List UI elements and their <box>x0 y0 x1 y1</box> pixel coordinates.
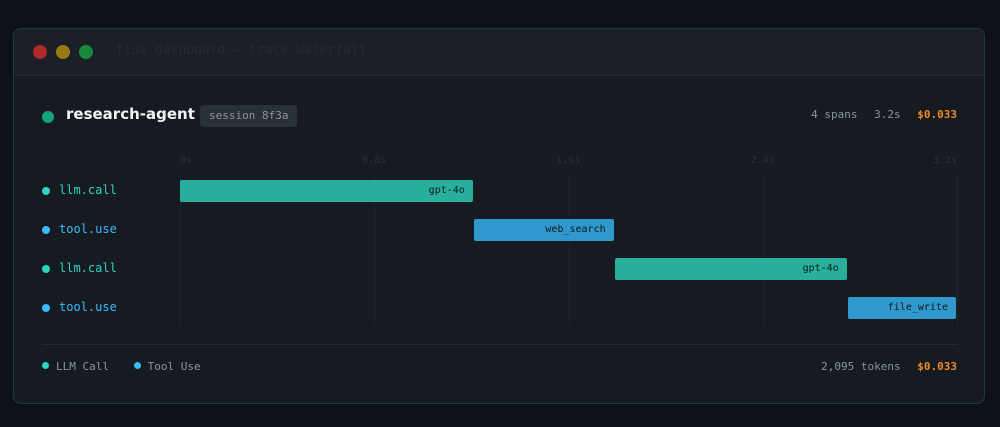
trace-summary: 4 spans 3.2s $0.033 <box>801 108 957 121</box>
window-title: flux dashboard — trace waterfall <box>116 43 367 58</box>
agent-name: research-agent <box>66 105 195 123</box>
footer-cost: $0.033 <box>917 360 957 373</box>
gridline <box>569 175 570 325</box>
minimize-window-dot[interactable] <box>56 45 70 59</box>
legend-label: LLM Call <box>56 360 109 373</box>
tool-span-dot <box>42 226 50 234</box>
agent-status-dot <box>42 111 54 123</box>
tool-legend-dot <box>133 362 141 369</box>
gridline <box>957 175 958 325</box>
session-badge: session 8f3a <box>200 105 298 127</box>
llm-span-dot <box>42 265 50 273</box>
span-count: 4 spans <box>811 108 858 121</box>
gridline <box>763 175 764 325</box>
span-label[interactable]: tool.use <box>59 222 117 236</box>
span-label[interactable]: llm.call <box>59 183 117 197</box>
tool-span-dot <box>42 304 50 312</box>
axis-tick-label: 2.4s <box>750 155 775 166</box>
window-titlebar: flux dashboard — trace waterfall <box>14 29 984 76</box>
axis-tick-label: 0s <box>180 155 193 166</box>
legend-item-llm: LLM Call <box>42 360 109 373</box>
legend: LLM Call Tool Use <box>42 360 219 373</box>
footer-divider <box>42 344 958 345</box>
trace-cost: $0.033 <box>917 108 957 121</box>
close-window-dot[interactable] <box>33 45 47 59</box>
llm-span-bar[interactable]: gpt-4o <box>180 180 473 202</box>
trace-duration: 3.2s <box>874 108 901 121</box>
footer-summary: 2,095 tokens $0.033 <box>811 360 957 373</box>
axis-tick-label: 3.2s <box>932 155 957 166</box>
llm-span-bar[interactable]: gpt-4o <box>614 258 847 280</box>
llm-span-dot <box>42 187 50 195</box>
legend-label: Tool Use <box>147 360 201 373</box>
maximize-window-dot[interactable] <box>79 45 93 59</box>
llm-legend-dot <box>42 362 49 369</box>
tool-span-bar[interactable]: file_write <box>847 297 956 319</box>
axis-tick-label: 0.8s <box>362 155 387 166</box>
span-label[interactable]: llm.call <box>59 261 117 275</box>
tool-span-bar[interactable]: web_search <box>473 219 614 241</box>
token-count: 2,095 tokens <box>821 360 901 373</box>
legend-item-tool: Tool Use <box>133 360 201 373</box>
axis-tick-label: 1.6s <box>556 155 581 166</box>
span-label[interactable]: tool.use <box>59 300 117 314</box>
trace-window: flux dashboard — trace waterfall researc… <box>13 28 985 404</box>
